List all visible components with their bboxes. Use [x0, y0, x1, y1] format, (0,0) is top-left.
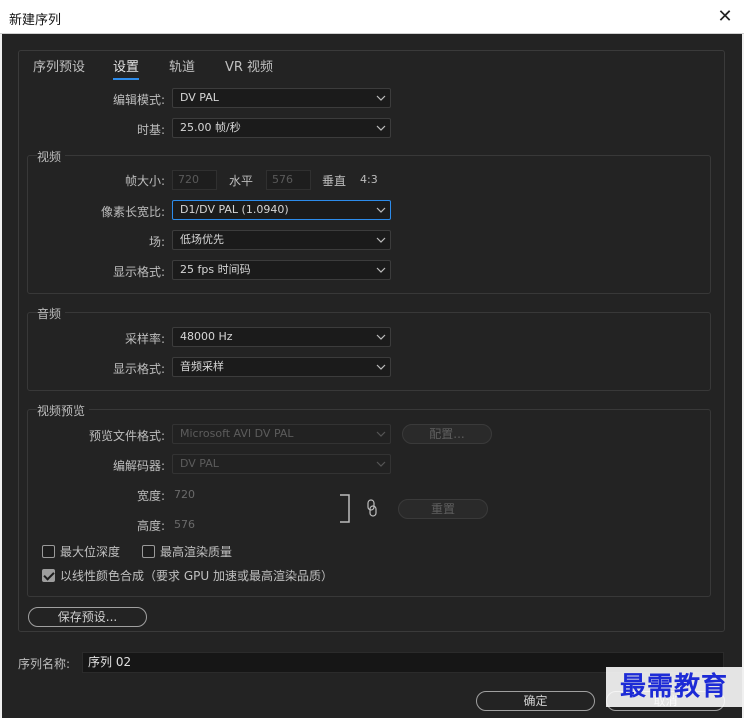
- field-label: 场:: [148, 235, 165, 249]
- edit-mode-label: 编辑模式:: [112, 93, 165, 107]
- field-value: 低场优先: [180, 233, 224, 246]
- video-display-format-dropdown[interactable]: 25 fps 时间码: [172, 260, 391, 280]
- timebase-value: 25.00 帧/秒: [180, 121, 241, 134]
- pixel-aspect-label: 像素长宽比:: [100, 205, 165, 219]
- audio-display-format-label: 显示格式:: [112, 362, 165, 376]
- chevron-down-icon: [376, 237, 386, 243]
- preview-file-format-value: Microsoft AVI DV PAL: [180, 427, 294, 440]
- close-icon[interactable]: ✕: [712, 5, 738, 29]
- max-render-quality-label: 最高渲染质量: [160, 545, 233, 559]
- link-icon[interactable]: [366, 499, 378, 517]
- checkbox-box-checked[interactable]: [42, 569, 55, 582]
- pixel-aspect-dropdown[interactable]: D1/DV PAL (1.0940): [172, 200, 391, 220]
- video-preview-group-title: 视频预览: [37, 402, 90, 419]
- preview-file-format-label: 预览文件格式:: [88, 429, 165, 443]
- chevron-down-icon: [376, 207, 386, 213]
- horizontal-label: 水平: [229, 174, 254, 188]
- edit-mode-value: DV PAL: [180, 91, 219, 104]
- configure-button: 配置...: [402, 424, 492, 444]
- preview-height-value: 576: [174, 518, 195, 531]
- frame-aspect-ratio: 4:3: [360, 173, 378, 186]
- frame-height-field: 576: [266, 170, 311, 190]
- preview-height-label: 高度:: [136, 519, 165, 533]
- tab-tracks[interactable]: 轨道: [169, 56, 195, 75]
- linear-color-label: 以线性颜色合成（要求 GPU 加速或最高渲染品质）: [60, 569, 333, 583]
- max-bit-depth-checkbox[interactable]: 最大位深度: [42, 543, 120, 560]
- edit-mode-dropdown[interactable]: DV PAL: [172, 88, 391, 108]
- field-dropdown[interactable]: 低场优先: [172, 230, 391, 250]
- chevron-down-icon: [376, 431, 386, 437]
- preview-width-label: 宽度:: [136, 489, 165, 503]
- chevron-down-icon: [376, 267, 386, 273]
- tab-sequence-presets[interactable]: 序列预设: [33, 56, 85, 75]
- codec-value: DV PAL: [180, 457, 219, 470]
- title-bar: 新建序列 ✕: [0, 0, 744, 34]
- chevron-down-icon: [376, 461, 386, 467]
- frame-size-label: 帧大小:: [124, 174, 165, 188]
- preview-file-format-dropdown: Microsoft AVI DV PAL: [172, 424, 391, 444]
- vertical-label: 垂直: [322, 174, 347, 188]
- codec-dropdown: DV PAL: [172, 454, 391, 474]
- timebase-dropdown[interactable]: 25.00 帧/秒: [172, 118, 391, 138]
- ok-button[interactable]: 确定: [476, 691, 595, 711]
- audio-group-title: 音频: [37, 305, 66, 322]
- sequence-name-label: 序列名称:: [18, 657, 71, 671]
- audio-display-format-value: 音频采样: [180, 360, 224, 373]
- sample-rate-dropdown[interactable]: 48000 Hz: [172, 327, 391, 347]
- chevron-down-icon: [376, 125, 386, 131]
- watermark-logo: 最需教育: [606, 667, 742, 707]
- window-title: 新建序列: [9, 13, 62, 28]
- link-bracket: [340, 494, 350, 523]
- max-bit-depth-label: 最大位深度: [60, 545, 121, 559]
- linear-color-checkbox[interactable]: 以线性颜色合成（要求 GPU 加速或最高渲染品质）: [42, 567, 333, 584]
- video-display-format-value: 25 fps 时间码: [180, 263, 251, 276]
- frame-width-field: 720: [172, 170, 217, 190]
- video-group-title: 视频: [37, 148, 66, 165]
- save-preset-button[interactable]: 保存预设...: [28, 607, 147, 627]
- pixel-aspect-value: D1/DV PAL (1.0940): [180, 203, 289, 216]
- reset-button: 重置: [398, 499, 488, 519]
- codec-label: 编解码器:: [112, 459, 165, 473]
- sample-rate-label: 采样率:: [124, 332, 165, 346]
- video-display-format-label: 显示格式:: [112, 265, 165, 279]
- chevron-down-icon: [376, 364, 386, 370]
- tab-vr-video[interactable]: VR 视频: [225, 56, 273, 75]
- audio-display-format-dropdown[interactable]: 音频采样: [172, 357, 391, 377]
- preview-width-value: 720: [174, 488, 195, 501]
- timebase-label: 时基:: [136, 123, 165, 137]
- audio-group: [27, 312, 711, 391]
- chevron-down-icon: [376, 334, 386, 340]
- checkbox-box[interactable]: [42, 545, 55, 558]
- chevron-down-icon: [376, 95, 386, 101]
- sample-rate-value: 48000 Hz: [180, 330, 233, 343]
- max-render-quality-checkbox[interactable]: 最高渲染质量: [142, 543, 232, 560]
- tab-settings[interactable]: 设置: [113, 56, 140, 80]
- checkbox-box[interactable]: [142, 545, 155, 558]
